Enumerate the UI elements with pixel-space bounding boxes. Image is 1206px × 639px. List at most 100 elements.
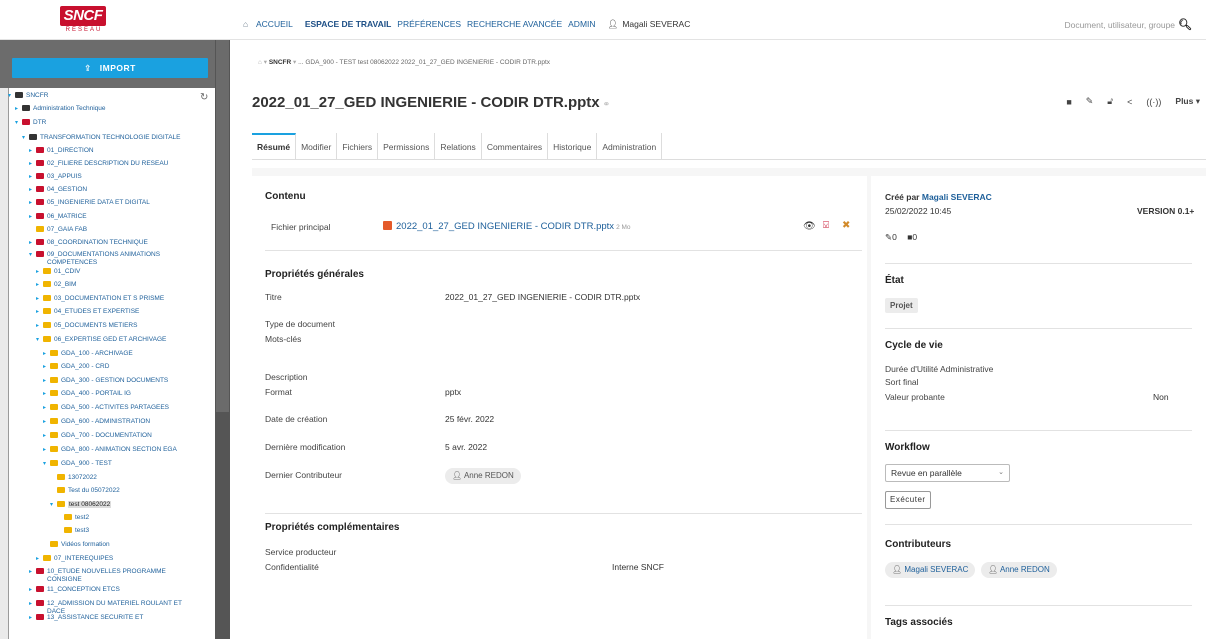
pin-icon[interactable]: ✎ [1086,96,1094,107]
tree-item[interactable]: Vidéos formation [43,541,110,549]
search-input[interactable]: Document, utilisateur, groupe [1064,20,1175,30]
sidebar-scrollbar[interactable] [215,40,230,639]
broadcast-icon[interactable]: ((·)) [1146,97,1161,107]
tree-item[interactable]: ▾ GDA_900 - TEST [43,460,112,468]
chevron-right-icon[interactable]: ▸ [29,186,36,194]
tree-item[interactable]: test2 [57,514,89,522]
chevron-right-icon[interactable]: ▸ [36,295,43,303]
executer-button[interactable]: Exécuter [885,491,931,509]
nav-accueil[interactable]: ⌂ ACCUEIL [243,19,299,30]
refresh-icon[interactable]: ↻ [200,92,208,103]
tree-item[interactable]: ▸ 04_GESTION [29,186,87,194]
tab-relations[interactable]: Relations [435,133,482,160]
chevron-right-icon[interactable]: ▸ [43,390,50,398]
tab-administration[interactable]: Administration [597,133,663,160]
tab-fichiers[interactable]: Fichiers [337,133,379,160]
tree-item[interactable]: 07_GAIA FAB [29,226,87,234]
tree-item[interactable]: ▸ GDA_100 - ARCHIVAGE [43,350,133,358]
chevron-down-icon[interactable]: ▾ [50,501,57,509]
tree-item[interactable]: ▸ 13_ASSISTANCE SECURITE ET [29,614,143,622]
chevron-right-icon[interactable]: ▸ [43,377,50,385]
tree-item[interactable]: ▸ GDA_200 - CRD [43,363,109,371]
chevron-right-icon[interactable]: ▸ [29,199,36,207]
tree-item[interactable]: ▸ GDA_400 - PORTAIL IG [43,390,131,398]
chevron-right-icon[interactable]: ▸ [29,160,36,168]
lock-icon[interactable]: 🔓︎ [1107,96,1113,107]
tree-item[interactable]: ▸ Administration Technique [15,105,106,113]
chevron-right-icon[interactable]: ▸ [43,404,50,412]
nav-espace-de-travail[interactable]: ESPACE DE TRAVAIL [305,19,391,30]
tree-item[interactable]: test3 [57,527,89,535]
search-icon[interactable]: 🔍︎ [1178,19,1192,31]
pdf-icon[interactable]: ⍌ [823,220,829,231]
chevron-right-icon[interactable]: ▸ [29,586,36,594]
chevron-right-icon[interactable]: ▸ [29,568,36,576]
tree-item[interactable]: ▾ SNCFR [8,92,48,100]
workflow-select[interactable]: Revue en parallèle ⌄ [885,464,1010,482]
tree-item[interactable]: ▸ 06_MATRICE [29,213,87,221]
tree-item[interactable]: ▾ DTR [15,119,46,127]
chevron-down-icon[interactable]: ▾ [43,460,50,468]
tree-item[interactable]: ▸ 08_COORDINATION TECHNIQUE [29,239,148,247]
import-button[interactable]: ⇪ IMPORT [12,58,208,78]
contributor-chip[interactable]: 👤︎ Anne REDON [981,562,1057,578]
tree-item[interactable]: ▸ 02_FILIERE DESCRIPTION DU RESEAU [29,160,168,168]
scrollbar-thumb[interactable] [216,40,229,412]
tree-item[interactable]: ▾ 09_DOCUMENTATIONS ANIMATIONS COMPETENCES [29,251,160,267]
tree-item[interactable]: 13072022 [50,474,97,482]
preview-icon[interactable]: 👁︎ [803,221,816,232]
tab-resume[interactable]: Résumé [252,133,297,160]
chevron-right-icon[interactable]: ▸ [43,350,50,358]
chevron-right-icon[interactable]: ▸ [43,418,50,426]
share-icon[interactable]: < [1127,97,1132,107]
tree-item[interactable]: Test du 05072022 [50,487,120,495]
nav-recherche-avancee[interactable]: RECHERCHE AVANCÉE [467,19,562,30]
tree-item[interactable]: ▸ 05_INGENIERIE DATA ET DIGITAL [29,199,150,207]
chevron-right-icon[interactable]: ▸ [43,432,50,440]
tab-historique[interactable]: Historique [548,133,598,160]
contributor-chip[interactable]: 👤︎ Magali SEVERAC [885,562,976,578]
more-menu-button[interactable]: Plus ▾ [1175,96,1200,107]
nav-preferences[interactable]: PRÉFÉRENCES [397,19,461,30]
breadcrumb-root[interactable]: SNCFR [269,59,291,66]
tree-item[interactable]: ▸ GDA_300 - GESTION DOCUMENTS [43,377,168,385]
tree-item[interactable]: ▸ 11_CONCEPTION ETCS [29,586,120,594]
tree-item[interactable]: ▾ 06_EXPERTISE GED ET ARCHIVAGE [36,336,166,344]
chevron-right-icon[interactable]: ▸ [15,105,22,113]
creator-link[interactable]: Magali SEVERAC [922,192,992,202]
chevron-down-icon[interactable]: ▾ [15,119,22,127]
chevron-right-icon[interactable]: ▸ [29,173,36,181]
chevron-down-icon[interactable]: ▾ [29,251,36,259]
chevron-right-icon[interactable]: ▸ [36,555,43,563]
tree-item[interactable]: ▸ 03_DOCUMENTATION ET S PRISME [36,295,164,303]
nav-admin[interactable]: ADMIN [568,19,595,30]
tree-item[interactable]: ▾ test 08062022 [50,501,112,509]
chevron-right-icon[interactable]: ▸ [36,281,43,289]
chevron-right-icon[interactable]: ▸ [43,446,50,454]
tab-modifier[interactable]: Modifier [296,133,338,160]
chevron-right-icon[interactable]: ▸ [29,213,36,221]
tree-item[interactable]: ▸ 03_APPUIS [29,173,82,181]
tree-item[interactable]: ▸ GDA_800 - ANIMATION SECTION EGA [43,446,177,454]
convert-icon[interactable]: ✖ [842,220,850,231]
tree-item[interactable]: ▸ GDA_500 - ACTIVITES PARTAGEES [43,404,169,412]
chevron-right-icon[interactable]: ▸ [29,147,36,155]
chevron-right-icon[interactable]: ▸ [36,268,43,276]
tree-item[interactable]: ▸ 07_INTEREQUIPES [36,555,113,563]
tab-permissions[interactable]: Permissions [378,133,436,160]
chevron-down-icon[interactable]: ▾ [36,336,43,344]
tree-item[interactable]: ▸ 04_ETUDES ET EXPERTISE [36,308,139,316]
tree-item[interactable]: ▸ 05_DOCUMENTS METIERS [36,322,137,330]
chevron-right-icon[interactable]: ▸ [29,239,36,247]
tree-item[interactable]: ▾ TRANSFORMATION TECHNOLOGIE DIGITALE [22,134,181,142]
tree-item[interactable]: ▸ 10_ETUDE NOUVELLES PROGRAMME CONSIGNE [29,568,166,584]
chevron-right-icon[interactable]: ▸ [43,363,50,371]
main-file-link[interactable]: 2022_01_27_GED INGENIERIE - CODIR DTR.pp… [383,221,631,232]
permalink-icon[interactable]: ⚭ [603,99,611,109]
tree-item[interactable]: ▸ GDA_700 - DOCUMENTATION [43,432,152,440]
tree-item[interactable]: ▸ GDA_600 - ADMINISTRATION [43,418,150,426]
lock-doc-icon[interactable]: ■ [1066,97,1071,107]
contributor-chip[interactable]: 👤︎ Anne REDON [445,468,521,484]
chevron-down-icon[interactable]: ▾ [22,134,29,142]
tree-item[interactable]: ▸ 01_DIRECTION [29,147,94,155]
